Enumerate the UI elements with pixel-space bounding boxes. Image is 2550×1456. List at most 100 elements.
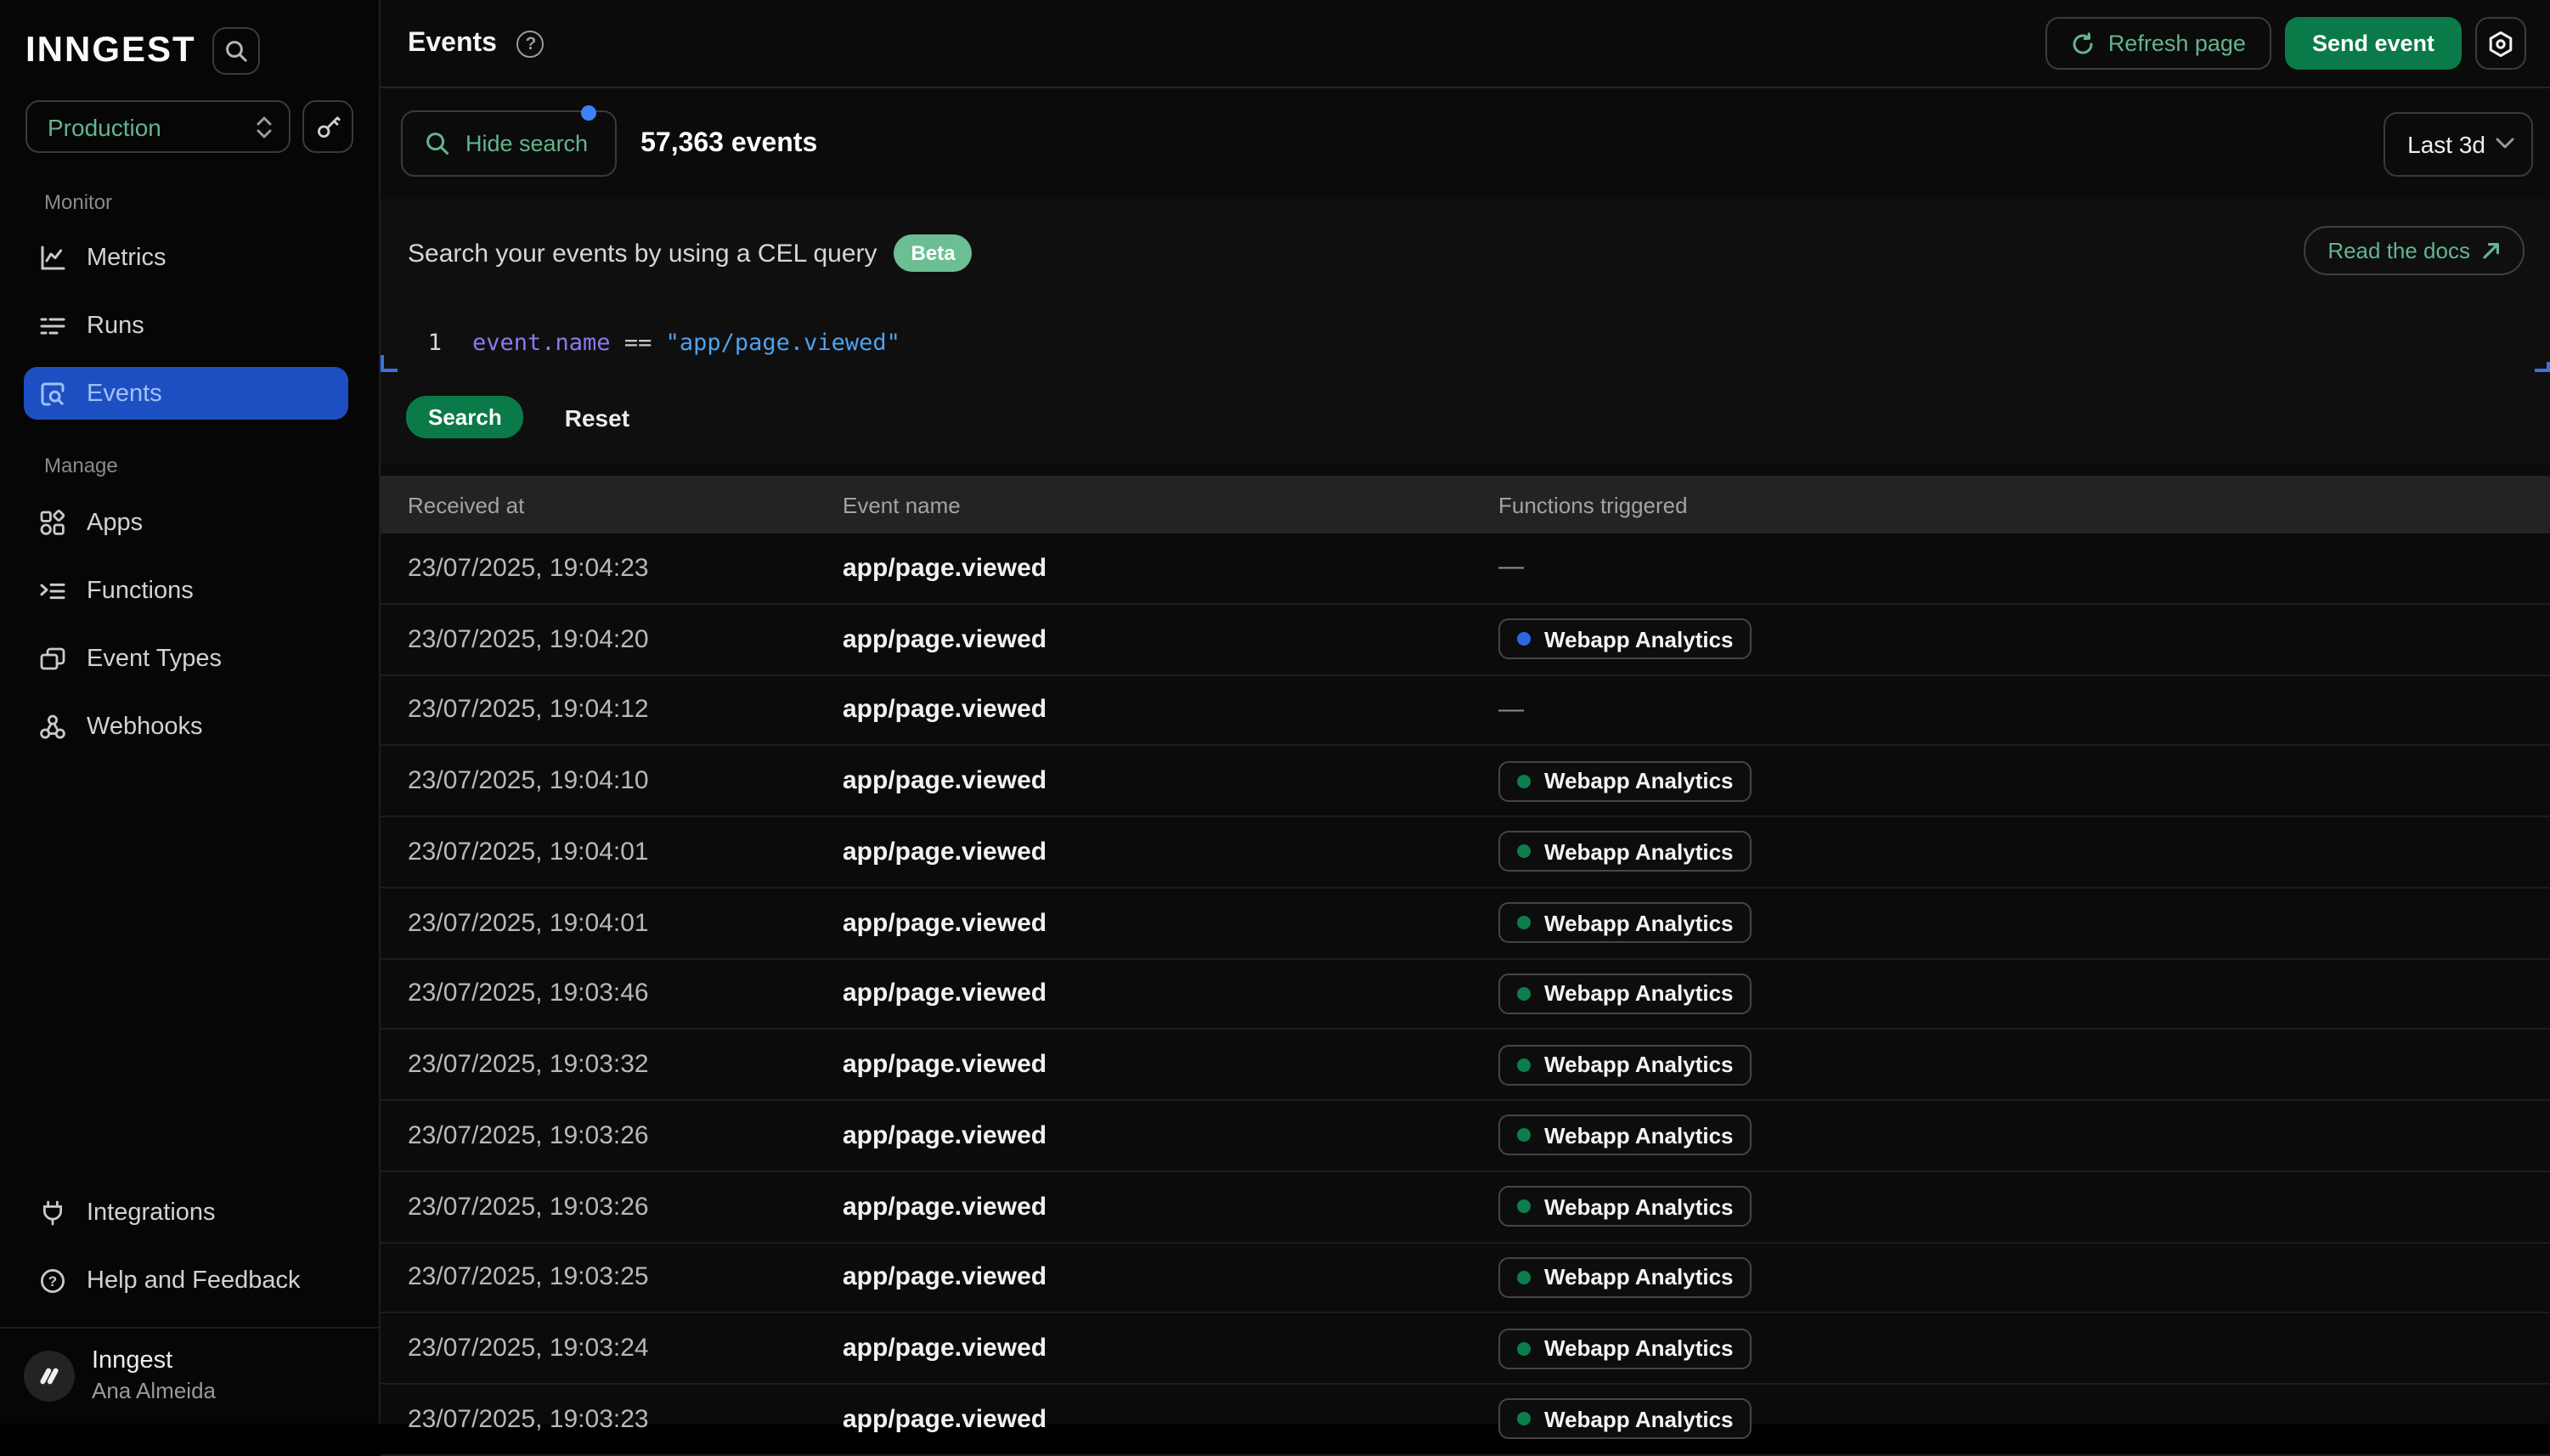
avatar (24, 1351, 75, 1402)
event-functions-cell: Webapp Analytics (1498, 618, 2550, 659)
help-icon: ? (39, 1267, 66, 1294)
function-badge[interactable]: Webapp Analytics (1498, 618, 1752, 659)
function-badge-label: Webapp Analytics (1544, 768, 1734, 793)
function-badge-label: Webapp Analytics (1544, 839, 1734, 865)
events-table-header: Received at Event name Functions trigger… (381, 476, 2550, 533)
sidebar-item-integrations[interactable]: Integrations (24, 1186, 348, 1239)
environment-settings-button[interactable] (2475, 17, 2526, 70)
hide-search-button[interactable]: Hide search (401, 110, 617, 177)
event-row[interactable]: 23/07/2025, 19:04:01app/page.viewedWebap… (381, 817, 2550, 889)
integrations-icon (39, 1199, 66, 1226)
event-received-at: 23/07/2025, 19:03:26 (408, 1121, 843, 1150)
cel-query-code: event.name == "app/page.viewed" (472, 330, 900, 357)
event-functions-cell: — (1498, 695, 2550, 725)
code-string-token: "app/page.viewed" (666, 330, 900, 357)
time-range-value: Last 3d (2407, 130, 2485, 157)
function-status-dot-running (1517, 632, 1531, 646)
function-badge[interactable]: Webapp Analytics (1498, 1186, 1752, 1227)
environment-selector[interactable]: Production (25, 100, 291, 153)
event-row[interactable]: 23/07/2025, 19:04:10app/page.viewedWebap… (381, 747, 2550, 818)
event-row[interactable]: 23/07/2025, 19:03:26app/page.viewedWebap… (381, 1172, 2550, 1244)
reset-button[interactable]: Reset (565, 404, 629, 431)
function-badge-label: Webapp Analytics (1544, 626, 1734, 652)
events-table-body: 23/07/2025, 19:04:23app/page.viewed—23/0… (381, 533, 2550, 1456)
sidebar-item-help-and-feedback[interactable]: ? Help and Feedback (24, 1254, 348, 1306)
event-row[interactable]: 23/07/2025, 19:04:01app/page.viewedWebap… (381, 889, 2550, 960)
page-title: Events (408, 28, 497, 59)
sidebar-item-runs[interactable]: Runs (24, 299, 348, 352)
read-the-docs-button[interactable]: Read the docs (2304, 226, 2525, 275)
sidebar-item-label: Metrics (87, 244, 166, 271)
time-range-selector[interactable]: Last 3d (2384, 111, 2533, 176)
sidebar-item-metrics[interactable]: Metrics (24, 231, 348, 284)
event-row[interactable]: 23/07/2025, 19:03:32app/page.viewedWebap… (381, 1030, 2550, 1102)
function-badge-label: Webapp Analytics (1544, 1407, 1734, 1432)
event-name: app/page.viewed (843, 908, 1498, 937)
refresh-page-label: Refresh page (2108, 31, 2246, 56)
hide-search-label: Hide search (465, 131, 588, 156)
function-badge[interactable]: Webapp Analytics (1498, 1115, 1752, 1156)
event-name: app/page.viewed (843, 838, 1498, 866)
event-received-at: 23/07/2025, 19:03:46 (408, 979, 843, 1008)
column-header-received-at: Received at (408, 492, 843, 517)
event-received-at: 23/07/2025, 19:04:23 (408, 554, 843, 583)
read-the-docs-label: Read the docs (2327, 238, 2470, 263)
sidebar-item-apps[interactable]: Apps (24, 496, 348, 549)
event-row[interactable]: 23/07/2025, 19:03:26app/page.viewedWebap… (381, 1101, 2550, 1172)
event-row[interactable]: 23/07/2025, 19:04:12app/page.viewed— (381, 675, 2550, 747)
cel-query-editor[interactable]: 1 event.name == "app/page.viewed" (381, 324, 2550, 362)
external-link-icon (2482, 241, 2501, 260)
sidebar-item-webhooks[interactable]: Webhooks (24, 700, 348, 753)
function-badge[interactable]: Webapp Analytics (1498, 973, 1752, 1014)
event-received-at: 23/07/2025, 19:03:32 (408, 1050, 843, 1079)
no-function-placeholder: — (1498, 553, 1524, 582)
event-row[interactable]: 23/07/2025, 19:04:20app/page.viewed Webap… (381, 605, 2550, 676)
sidebar-search-button[interactable] (213, 27, 261, 75)
send-event-button[interactable]: Send event (2285, 17, 2462, 70)
event-received-at: 23/07/2025, 19:04:12 (408, 696, 843, 725)
function-badge[interactable]: Webapp Analytics (1498, 1257, 1752, 1298)
function-badge[interactable]: Webapp Analytics (1498, 760, 1752, 801)
event-keys-button[interactable] (302, 100, 353, 153)
function-badge[interactable]: Webapp Analytics (1498, 1399, 1752, 1440)
nav-section-manage: Manage (44, 454, 118, 477)
page-help-icon[interactable]: ? (517, 30, 544, 57)
event-functions-cell: Webapp Analytics (1498, 832, 2550, 872)
event-name: app/page.viewed (843, 624, 1498, 653)
sidebar-item-label: Apps (87, 509, 143, 536)
sidebar-item-event-types[interactable]: Event Types (24, 632, 348, 685)
sidebar-divider (0, 1327, 379, 1329)
account-org: Inngest (92, 1347, 216, 1375)
gear-icon (2487, 30, 2514, 57)
function-badge[interactable]: Webapp Analytics (1498, 1044, 1752, 1085)
account-user-name: Ana Almeida (92, 1379, 216, 1404)
cel-search-panel: Search your events by using a CEL query … (381, 199, 2550, 464)
function-badge[interactable]: Webapp Analytics (1498, 902, 1752, 943)
event-row[interactable]: 23/07/2025, 19:03:23app/page.viewedWebap… (381, 1385, 2550, 1456)
runs-icon (39, 312, 66, 339)
refresh-page-button[interactable]: Refresh page (2045, 17, 2271, 70)
function-badge[interactable]: Webapp Analytics (1498, 1328, 1752, 1369)
function-badge[interactable]: Webapp Analytics (1498, 832, 1752, 872)
event-row[interactable]: 23/07/2025, 19:04:23app/page.viewed— (381, 533, 2550, 605)
account-menu[interactable]: Inngest Ana Almeida (24, 1347, 362, 1404)
refresh-icon (2071, 31, 2095, 55)
function-status-dot-completed (1517, 987, 1531, 1001)
environment-value: Production (48, 113, 255, 140)
event-row[interactable]: 23/07/2025, 19:03:46app/page.viewedWebap… (381, 959, 2550, 1030)
events-count: 57,363 events (640, 128, 817, 159)
function-status-dot-completed (1517, 1199, 1531, 1213)
sidebar-item-label: Functions (87, 577, 194, 604)
sidebar-item-events[interactable]: Events (24, 367, 348, 420)
function-status-dot-completed (1517, 1058, 1531, 1071)
event-row[interactable]: 23/07/2025, 19:03:25app/page.viewedWebap… (381, 1243, 2550, 1314)
function-badge-label: Webapp Analytics (1544, 981, 1734, 1007)
event-name: app/page.viewed (843, 696, 1498, 725)
search-icon (225, 39, 249, 63)
event-functions-cell: Webapp Analytics (1498, 1328, 2550, 1369)
sidebar-item-functions[interactable]: Functions (24, 564, 348, 617)
event-row[interactable]: 23/07/2025, 19:03:24app/page.viewedWebap… (381, 1314, 2550, 1385)
search-button[interactable]: Search (406, 396, 524, 438)
beta-badge: Beta (894, 234, 973, 272)
event-received-at: 23/07/2025, 19:04:20 (408, 624, 843, 653)
